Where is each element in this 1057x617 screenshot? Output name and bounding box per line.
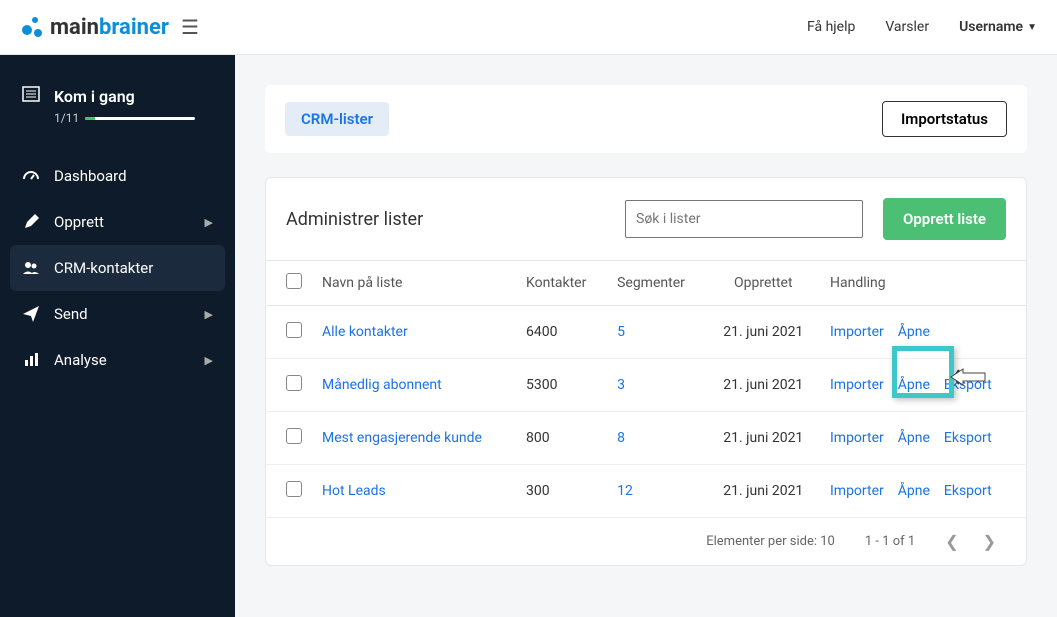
sidebar-item-label: Analyse <box>54 351 107 369</box>
created-cell: 21. juni 2021 <box>707 412 820 465</box>
action-importer[interactable]: Importer <box>830 377 884 393</box>
main-content: CRM-lister Importstatus Administrer list… <box>235 55 1057 617</box>
table-row: Månedlig abonnent 5300 3 21. juni 2021 I… <box>266 359 1026 412</box>
segments-link[interactable]: 5 <box>617 324 625 340</box>
logo-icon <box>20 15 44 39</box>
action-eksport[interactable]: Eksport <box>944 377 992 393</box>
pencil-icon <box>22 213 40 231</box>
action-apne[interactable]: Åpne <box>898 430 930 446</box>
user-menu[interactable]: Username ▼ <box>959 19 1037 35</box>
sidebar-item-label: Dashboard <box>54 167 127 185</box>
sidebar-item-dashboard[interactable]: Dashboard <box>0 153 235 199</box>
pager-range: 1 - 1 of 1 <box>865 534 915 549</box>
sidebar-item-analyse[interactable]: Analyse ▶ <box>0 337 235 383</box>
table-row: Alle kontakter 6400 5 21. juni 2021 Impo… <box>266 306 1026 359</box>
list-title: Administrer lister <box>286 209 423 230</box>
contacts-cell: 800 <box>516 412 607 465</box>
contacts-cell: 300 <box>516 465 607 518</box>
action-eksport[interactable]: Eksport <box>944 430 992 446</box>
action-importer[interactable]: Importer <box>830 483 884 499</box>
bar-chart-icon <box>22 351 40 369</box>
action-apne[interactable]: Åpne <box>898 377 930 393</box>
topbar: mainbrainer ☰ Få hjelp Varsler Username … <box>0 0 1057 55</box>
row-checkbox[interactable] <box>286 481 302 497</box>
list-name-link[interactable]: Månedlig abonnent <box>322 377 442 393</box>
onboarding-title: Kom i gang <box>54 87 135 106</box>
sidebar-item-crm-kontakter[interactable]: CRM-kontakter <box>10 245 225 291</box>
action-apne[interactable]: Åpne <box>898 324 930 340</box>
list-name-link[interactable]: Hot Leads <box>322 483 386 499</box>
sidebar-onboarding[interactable]: Kom i gang 1/11 <box>0 85 235 135</box>
created-cell: 21. juni 2021 <box>707 359 820 412</box>
row-checkbox[interactable] <box>286 428 302 444</box>
contacts-cell: 6400 <box>516 306 607 359</box>
row-checkbox[interactable] <box>286 375 302 391</box>
pager-next[interactable]: ❯ <box>983 532 996 551</box>
created-cell: 21. juni 2021 <box>707 465 820 518</box>
header-card: CRM-lister Importstatus <box>265 85 1027 153</box>
paper-plane-icon <box>22 305 40 323</box>
search-input[interactable] <box>625 200 863 238</box>
gauge-icon <box>22 167 40 185</box>
chevron-right-icon: ▶ <box>205 354 213 367</box>
row-checkbox[interactable] <box>286 322 302 338</box>
alerts-link[interactable]: Varsler <box>885 19 929 35</box>
created-cell: 21. juni 2021 <box>707 306 820 359</box>
sidebar-item-send[interactable]: Send ▶ <box>0 291 235 337</box>
sidebar-item-label: Opprett <box>54 213 104 231</box>
col-created: Opprettet <box>707 261 820 306</box>
sidebar-item-label: CRM-kontakter <box>54 259 153 277</box>
sidebar: Kom i gang 1/11 Dashboard Opprett ▶ <box>0 55 235 617</box>
col-name: Navn på liste <box>312 261 516 306</box>
lists-table: Navn på liste Kontakter Segmenter Oppret… <box>266 260 1026 518</box>
users-icon <box>22 259 40 277</box>
select-all-checkbox[interactable] <box>286 273 302 289</box>
table-row: Hot Leads 300 12 21. juni 2021 Importer … <box>266 465 1026 518</box>
segments-link[interactable]: 12 <box>617 483 633 499</box>
sidebar-item-opprett[interactable]: Opprett ▶ <box>0 199 235 245</box>
sidebar-item-label: Send <box>54 305 88 323</box>
pager: Elementer per side: 10 1 - 1 of 1 ❮ ❯ <box>266 518 1026 565</box>
segments-link[interactable]: 3 <box>617 377 625 393</box>
chevron-right-icon: ▶ <box>205 308 213 321</box>
action-importer[interactable]: Importer <box>830 430 884 446</box>
progress-bar <box>85 117 195 120</box>
caret-down-icon: ▼ <box>1027 22 1037 33</box>
list-icon <box>22 85 40 107</box>
segments-link[interactable]: 8 <box>617 430 625 446</box>
chevron-right-icon: ▶ <box>205 216 213 229</box>
col-contacts: Kontakter <box>516 261 607 306</box>
help-link[interactable]: Få hjelp <box>807 19 855 35</box>
action-eksport[interactable]: Eksport <box>944 483 992 499</box>
logo-text-1: main <box>50 15 99 40</box>
onboarding-progress-text: 1/11 <box>54 111 79 125</box>
action-apne[interactable]: Åpne <box>898 483 930 499</box>
list-card: Administrer lister Opprett liste Navn på… <box>265 177 1027 566</box>
pager-per-page: Elementer per side: 10 <box>706 534 835 549</box>
table-row: Mest engasjerende kunde 800 8 21. juni 2… <box>266 412 1026 465</box>
importstatus-button[interactable]: Importstatus <box>882 101 1007 137</box>
create-list-button[interactable]: Opprett liste <box>883 198 1006 240</box>
action-importer[interactable]: Importer <box>830 324 884 340</box>
logo-text-2: brainer <box>99 15 169 40</box>
contacts-cell: 5300 <box>516 359 607 412</box>
col-actions: Handling <box>820 261 1026 306</box>
list-name-link[interactable]: Mest engasjerende kunde <box>322 430 482 446</box>
pager-prev[interactable]: ❮ <box>945 532 958 551</box>
hamburger-icon[interactable]: ☰ <box>181 15 199 39</box>
logo[interactable]: mainbrainer <box>20 15 169 40</box>
username-label: Username <box>959 19 1023 35</box>
col-segments: Segmenter <box>607 261 707 306</box>
tab-crm-lister[interactable]: CRM-lister <box>285 102 389 136</box>
list-name-link[interactable]: Alle kontakter <box>322 324 408 340</box>
